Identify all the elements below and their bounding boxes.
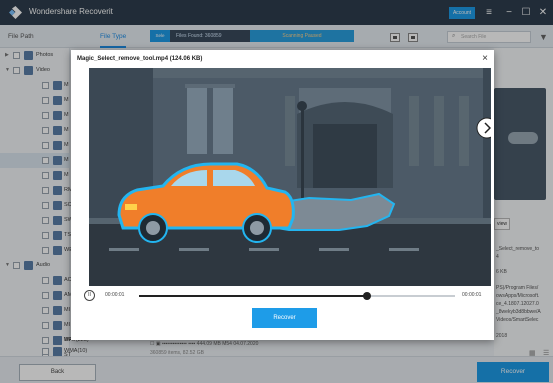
playback-controls: II 00:00:01 00:00:01 xyxy=(78,286,488,304)
preview-dialog: Magic_Select_remove_tool.mp4 (124.06 KB)… xyxy=(71,50,494,340)
video-scene xyxy=(89,68,491,286)
video-frame[interactable] xyxy=(89,68,491,286)
pause-icon[interactable]: II xyxy=(84,290,95,301)
seek-handle[interactable] xyxy=(362,292,371,300)
total-time: 00:00:01 xyxy=(462,292,482,298)
preview-recover-button[interactable]: Recover xyxy=(252,308,317,328)
seek-slider[interactable] xyxy=(139,292,455,300)
seek-progress xyxy=(139,295,367,297)
preview-file-title: Magic_Select_remove_tool.mp4 (124.06 KB) xyxy=(77,56,203,62)
current-time: 00:00:01 xyxy=(105,292,125,298)
close-icon[interactable]: × xyxy=(482,53,488,64)
